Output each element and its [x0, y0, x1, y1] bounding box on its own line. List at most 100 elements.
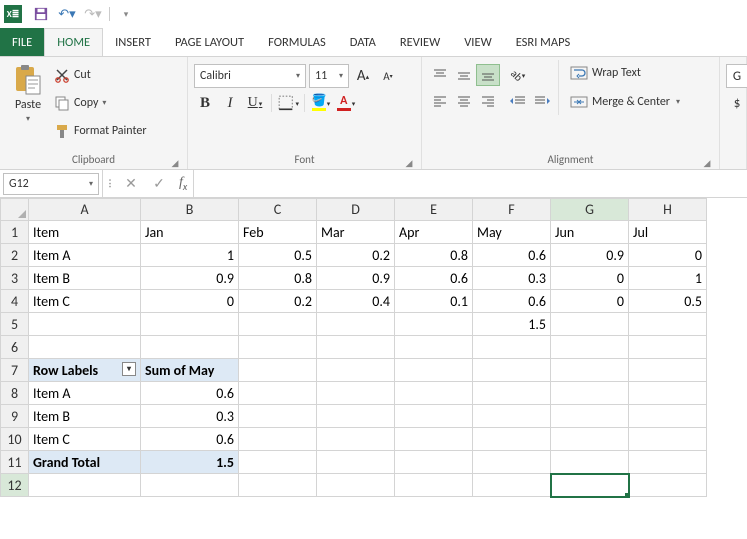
cell[interactable] [239, 474, 317, 497]
align-middle-button[interactable] [452, 64, 476, 86]
decrease-indent-button[interactable] [506, 90, 530, 112]
number-format-button[interactable]: G [726, 64, 747, 88]
cell[interactable]: Item C [29, 290, 141, 313]
alignment-launcher-icon[interactable]: ◢ [701, 155, 713, 167]
col-header-B[interactable]: B [141, 199, 239, 221]
wrap-text-button[interactable]: Wrap Text [567, 60, 683, 86]
redo-button[interactable]: ↷▾ [83, 4, 103, 24]
tab-file[interactable]: FILE [0, 28, 44, 56]
cell[interactable]: 0.6 [395, 267, 473, 290]
cell[interactable] [395, 313, 473, 336]
cell[interactable] [473, 359, 551, 382]
row-header[interactable]: 4 [1, 290, 29, 313]
font-size-selector[interactable]: 11▾ [309, 64, 349, 88]
row-header[interactable]: 12 [1, 474, 29, 497]
cell[interactable] [629, 382, 707, 405]
cell[interactable]: 0 [551, 267, 629, 290]
cell[interactable] [239, 359, 317, 382]
cell[interactable] [395, 382, 473, 405]
cell[interactable]: 0 [629, 244, 707, 267]
col-header-C[interactable]: C [239, 199, 317, 221]
cell[interactable]: Item B [29, 405, 141, 428]
format-painter-button[interactable]: Format Painter [54, 120, 147, 142]
pivot-grand-total-value[interactable]: 1.5 [141, 451, 239, 474]
cell[interactable]: Feb [239, 221, 317, 244]
align-bottom-button[interactable] [476, 64, 500, 86]
cell[interactable]: Item A [29, 382, 141, 405]
cell[interactable] [473, 382, 551, 405]
cell[interactable] [317, 474, 395, 497]
font-name-selector[interactable]: Calibri▾ [194, 64, 306, 88]
cell[interactable] [629, 428, 707, 451]
cell[interactable]: 0.5 [629, 290, 707, 313]
tab-data[interactable]: DATA [338, 28, 388, 56]
tab-esri-maps[interactable]: ESRI MAPS [504, 28, 583, 56]
cell[interactable] [29, 336, 141, 359]
cell[interactable] [551, 359, 629, 382]
worksheet-grid[interactable]: A B C D E F G H 1 Item Jan Feb Mar Apr M… [0, 198, 747, 539]
copy-button[interactable]: Copy ▾ [54, 92, 147, 114]
cell[interactable] [551, 405, 629, 428]
cell[interactable] [629, 336, 707, 359]
clipboard-launcher-icon[interactable]: ◢ [169, 155, 181, 167]
tab-page-layout[interactable]: PAGE LAYOUT [163, 28, 256, 56]
cell[interactable]: 1.5 [473, 313, 551, 336]
cell[interactable] [629, 474, 707, 497]
cell[interactable] [317, 336, 395, 359]
cell[interactable] [473, 428, 551, 451]
formula-input[interactable] [194, 173, 747, 195]
cell[interactable]: 0.4 [317, 290, 395, 313]
cell[interactable] [629, 313, 707, 336]
cell[interactable] [395, 336, 473, 359]
cell[interactable] [473, 405, 551, 428]
cell[interactable]: 0.9 [317, 267, 395, 290]
cell[interactable] [629, 451, 707, 474]
row-header[interactable]: 2 [1, 244, 29, 267]
cell[interactable] [317, 405, 395, 428]
cell[interactable] [395, 451, 473, 474]
cell[interactable] [629, 405, 707, 428]
tab-view[interactable]: VIEW [452, 28, 503, 56]
cell[interactable] [395, 474, 473, 497]
cut-button[interactable]: Cut [54, 64, 147, 86]
borders-button[interactable]: ▾ [277, 92, 299, 114]
cell[interactable]: 0 [141, 290, 239, 313]
cell[interactable]: 0 [551, 290, 629, 313]
cell[interactable]: 0.8 [395, 244, 473, 267]
name-box[interactable]: G12▾ [3, 173, 99, 195]
increase-font-button[interactable]: A▴ [352, 65, 374, 87]
cell[interactable] [29, 313, 141, 336]
cell[interactable] [317, 428, 395, 451]
row-header[interactable]: 11 [1, 451, 29, 474]
cell[interactable] [551, 428, 629, 451]
cell[interactable]: 0.8 [239, 267, 317, 290]
cell[interactable] [551, 382, 629, 405]
tab-review[interactable]: REVIEW [388, 28, 452, 56]
pivot-filter-dropdown-icon[interactable]: ▾ [122, 362, 136, 376]
copy-dropdown-icon[interactable]: ▾ [102, 98, 106, 108]
cell[interactable]: Item [29, 221, 141, 244]
cell[interactable]: 0.1 [395, 290, 473, 313]
cell[interactable]: Jul [629, 221, 707, 244]
cell[interactable] [395, 428, 473, 451]
align-top-button[interactable] [428, 64, 452, 86]
cell[interactable] [395, 359, 473, 382]
col-header-H[interactable]: H [629, 199, 707, 221]
cell[interactable] [239, 336, 317, 359]
cell[interactable]: 0.6 [141, 382, 239, 405]
cell[interactable] [473, 336, 551, 359]
cell[interactable] [317, 313, 395, 336]
font-launcher-icon[interactable]: ◢ [403, 155, 415, 167]
pivot-values-header[interactable]: Sum of May [141, 359, 239, 382]
cell[interactable] [29, 474, 141, 497]
align-left-button[interactable] [428, 90, 452, 112]
undo-button[interactable]: ↶▾ [57, 4, 77, 24]
bold-button[interactable]: B [194, 92, 216, 114]
fx-dots-icon[interactable]: ⋮ [103, 173, 117, 195]
row-header[interactable]: 6 [1, 336, 29, 359]
paste-button[interactable]: Paste ▾ [6, 60, 50, 148]
cell[interactable] [141, 336, 239, 359]
tab-home[interactable]: HOME [44, 28, 103, 56]
cell[interactable] [395, 405, 473, 428]
row-header[interactable]: 8 [1, 382, 29, 405]
